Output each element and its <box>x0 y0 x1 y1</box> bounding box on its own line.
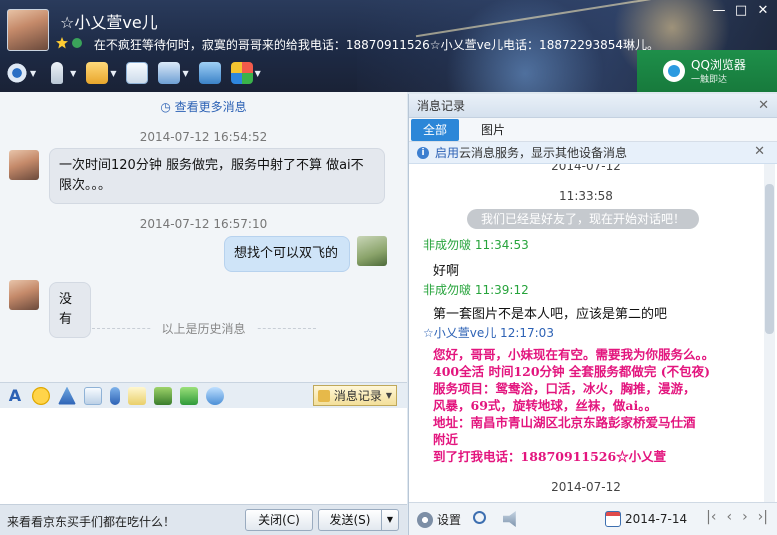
bubble-icon[interactable] <box>206 386 224 405</box>
history-sender: 非成勿啵 11:39:12 <box>423 283 529 297</box>
incoming-message-bubble: 一次时间120分钟 服务做完，服务中射了不算 做ai不限次。。。 <box>49 148 385 204</box>
history-sender: ☆小乂萱ve儿 12:17:03 <box>423 326 554 340</box>
history-message: 好啊 <box>433 264 460 279</box>
calendar-icon <box>605 511 621 527</box>
prev-page-icon[interactable]: ‹ <box>726 509 732 525</box>
own-message-avatar[interactable] <box>357 236 387 266</box>
contact-message-avatar[interactable] <box>9 150 39 180</box>
screen-share-button[interactable] <box>198 60 221 86</box>
image-icon[interactable] <box>154 386 172 405</box>
status-icons <box>56 37 90 52</box>
voice-call-button[interactable]: ▼ <box>46 60 76 86</box>
qq-browser-subtitle: 一触即达 <box>691 74 728 85</box>
outgoing-message-bubble: 想找个可以双飞的 <box>224 236 350 272</box>
shake-icon[interactable] <box>58 386 76 405</box>
signature-text: 在不疯狂等待何时，寂寞的哥哥来的给我电话：18870911526☆小乂萱ve儿电… <box>93 38 660 52</box>
history-panel-title: 消息记录 ✕ <box>409 94 777 118</box>
qq-browser-logo-icon <box>663 60 685 82</box>
history-date: 2014-07-12 <box>551 164 621 173</box>
settings-button[interactable]: 设置 <box>417 511 461 528</box>
apps-button[interactable]: ▼ <box>230 60 261 86</box>
chat-messages-area: ◷ 查看更多消息 2014-07-12 16:54:52 一次时间120分钟 服… <box>0 92 407 382</box>
message-timestamp: 2014-07-12 16:57:10 <box>139 217 268 231</box>
emoji-icon[interactable] <box>32 386 50 405</box>
qq-browser-title: QQ浏览器 <box>691 57 746 72</box>
enable-cloud-link[interactable]: 启用 <box>435 144 459 161</box>
tab-images[interactable]: 图片 <box>469 119 517 141</box>
last-page-icon[interactable]: ›| <box>758 509 768 525</box>
jd-ad-link[interactable]: 来看看京东买手们都在吃什么！ <box>7 513 175 530</box>
minimize-button[interactable]: — <box>709 2 729 20</box>
maximize-button[interactable]: □ <box>731 2 751 20</box>
sms-button[interactable] <box>126 60 149 86</box>
gear-icon <box>417 511 433 528</box>
history-message: 第一套图片不是本人吧，应该是第二的吧 <box>433 307 668 322</box>
chat-toolbar: ▼ ▼ ▼ ▼ ▼ <box>6 60 261 86</box>
cloud-message-notice: i 启用 云消息服务，显示其他设备消息 ✕ <box>409 142 777 164</box>
apps-grid-icon <box>230 62 253 84</box>
history-footer: 设置 2014-7-14 |‹ ‹ › ›| <box>409 502 777 535</box>
message-input[interactable] <box>0 408 407 504</box>
date-picker[interactable]: 2014-7-14 <box>605 511 687 527</box>
note-icon[interactable] <box>128 386 146 405</box>
history-separator-label: 以上是历史消息 <box>0 320 407 337</box>
message-history-panel: 消息记录 ✕ 全部 图片 i 启用 云消息服务，显示其他设备消息 ✕ 2014-… <box>408 94 777 535</box>
message-timestamp: 2014-07-12 16:54:52 <box>139 130 268 144</box>
remote-assist-button[interactable]: ▼ <box>158 60 189 86</box>
sms-icon <box>126 62 149 84</box>
screen-share-icon <box>198 62 221 84</box>
search-history-button[interactable] <box>473 511 486 524</box>
star-icon <box>56 37 82 49</box>
history-sender: 非成勿啵 11:34:53 <box>423 238 529 252</box>
tab-all[interactable]: 全部 <box>411 119 459 141</box>
gift-icon[interactable] <box>84 386 102 405</box>
remote-assist-icon <box>158 62 181 84</box>
qq-browser-ad[interactable]: QQ浏览器 一触即达 <box>637 50 777 92</box>
window-controls: — □ ✕ <box>709 2 773 20</box>
close-window-button[interactable]: ✕ <box>753 2 773 20</box>
video-call-button[interactable]: ▼ <box>6 60 36 86</box>
folder-transfer-icon <box>86 62 109 84</box>
history-scrollbar[interactable] <box>764 164 775 502</box>
contact-message-avatar[interactable] <box>9 280 39 310</box>
speaker-icon <box>503 511 516 527</box>
screenshot-icon[interactable] <box>180 386 198 405</box>
contact-signature: 在不疯狂等待何时，寂寞的哥哥来的给我电话：18870911526☆小乂萱ve儿电… <box>56 36 659 53</box>
title-bar: ☆小乂萱ve儿 在不疯狂等待何时，寂寞的哥哥来的给我电话：18870911526… <box>0 0 777 92</box>
next-page-icon[interactable]: › <box>742 509 748 525</box>
file-transfer-button[interactable]: ▼ <box>86 60 116 86</box>
scrollbar-thumb[interactable] <box>765 184 774 334</box>
close-history-button[interactable]: ✕ <box>758 94 769 118</box>
close-notice-button[interactable]: ✕ <box>754 144 765 159</box>
send-button[interactable]: 发送(S) <box>318 509 382 531</box>
history-date: 2014-07-12 <box>551 480 621 494</box>
search-icon <box>473 511 486 524</box>
cloud-notice-text: 云消息服务，显示其他设备消息 <box>459 146 628 160</box>
chevron-down-icon: ▼ <box>385 391 392 400</box>
volume-button[interactable] <box>503 511 519 527</box>
mic-icon <box>51 62 64 84</box>
first-page-icon[interactable]: |‹ <box>706 509 716 525</box>
promo-message: 您好，哥哥，小妹现在有空。需要我为你服务么。。 400全活 时间120分钟 全套… <box>433 347 715 464</box>
record-icon <box>317 389 330 402</box>
send-options-button[interactable]: ▼ <box>381 509 399 531</box>
info-icon: i <box>417 146 429 159</box>
history-time: 11:33:58 <box>559 189 613 203</box>
font-icon[interactable]: A <box>6 386 24 405</box>
history-pager: |‹ ‹ › ›| <box>706 509 768 525</box>
message-record-button[interactable]: 消息记录 ▼ <box>312 385 397 406</box>
close-button[interactable]: 关闭(C) <box>245 509 313 531</box>
view-more-messages-link[interactable]: ◷ 查看更多消息 <box>0 98 407 115</box>
contact-name[interactable]: ☆小乂萱ve儿 <box>60 9 158 33</box>
camera-icon <box>6 62 28 84</box>
history-tabs: 全部 图片 <box>409 118 777 142</box>
history-message-list: 2014-07-12 11:33:58 我们已经是好友了，现在开始对话吧！ 非成… <box>409 164 763 502</box>
voice-icon[interactable] <box>110 386 120 405</box>
clock-icon: ◷ <box>160 100 171 114</box>
contact-avatar[interactable] <box>7 9 49 51</box>
friend-added-notice: 我们已经是好友了，现在开始对话吧！ <box>467 209 699 229</box>
chat-footer: 来看看京东买手们都在吃什么！ 关闭(C) 发送(S) ▼ <box>0 504 407 535</box>
input-format-toolbar: A 消息记录 ▼ <box>0 382 407 408</box>
